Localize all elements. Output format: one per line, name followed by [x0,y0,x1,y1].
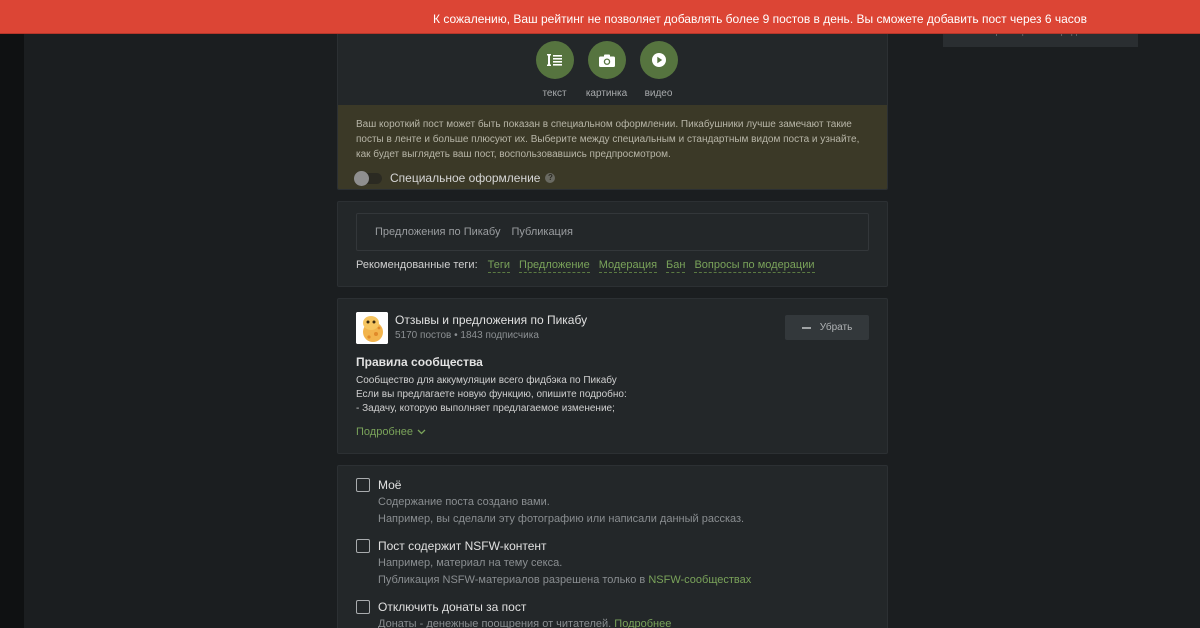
rules-line: Если вы предлагаете новую функцию, опиши… [356,389,627,400]
recommended-tag[interactable]: Предложение [519,259,590,273]
post-type-image-label: картинка [585,88,628,99]
donations-title: Отключить донаты за пост [378,600,527,614]
nsfw-communities-link[interactable]: NSFW-сообществах [648,574,751,586]
nsfw-checkbox[interactable] [356,539,370,553]
community-stats: 5170 постов • 1843 подписчика [395,330,539,341]
community-posts-count: 5170 постов [395,330,452,341]
mine-example: Например, вы сделали эту фотографию или … [378,513,745,525]
post-type-video-label: видео [644,88,673,99]
mine-title: Моё [378,478,402,492]
special-design-panel: Ваш короткий пост может быть показан в с… [338,105,887,189]
community-card: Отзывы и предложения по Пикабу 5170 пост… [337,298,888,454]
left-page-strip [0,0,24,628]
community-subscribers-count: 1843 подписчика [460,330,539,341]
nsfw-rule-text: Публикация NSFW-материалов разрешена тол… [378,574,649,586]
special-design-toggle-row: Специальное оформление ? [354,170,871,186]
remove-community-button[interactable]: Убрать [785,315,869,340]
camera-icon [587,41,626,79]
donations-description: Донаты - денежные поощрения от читателей… [378,618,671,628]
mine-description: Содержание поста создано вами. [378,496,550,508]
recommended-tag[interactable]: Модерация [598,259,658,273]
special-design-description: Ваш короткий пост может быть показан в с… [356,119,860,160]
post-type-text-button[interactable]: текст [535,41,574,99]
text-list-icon [535,41,574,79]
rating-limit-banner: К сожалению, Ваш рейтинг не позволяет до… [0,0,1200,34]
donations-description-text: Донаты - денежные поощрения от читателей… [378,618,615,628]
community-rules-title: Правила сообщества [356,355,483,369]
tags-card: Предложения по Пикабу Публикация Рекомен… [337,201,888,287]
play-icon [639,41,678,79]
post-type-card: текст картинка видео Ваш короткий пост м… [337,24,888,190]
community-rules-text: Сообщество для аккумуляции всего фидбэка… [356,374,627,416]
minus-icon [801,326,811,329]
tag-chip[interactable]: Предложения по Пикабу [375,226,500,238]
mine-checkbox[interactable] [356,478,370,492]
nsfw-rule: Публикация NSFW-материалов разрешена тол… [378,574,751,586]
tags-input[interactable]: Предложения по Пикабу Публикация [356,213,869,251]
stats-separator: • [454,330,458,341]
remove-button-label: Убрать [819,322,853,333]
post-type-video-button[interactable]: видео [639,41,678,99]
toggle-knob [354,170,369,186]
post-type-image-button[interactable]: картинка [585,41,628,99]
special-design-toggle[interactable] [354,170,382,186]
post-options-card: Моё Содержание поста создано вами. Напри… [337,465,888,628]
nsfw-title: Пост содержит NSFW-контент [378,539,547,553]
special-design-label: Специальное оформление [390,171,541,185]
recommended-tags: Рекомендованные теги: Теги Предложение М… [356,259,824,273]
rules-line: - Задачу, которую выполняет предлагаемое… [356,403,615,414]
rating-limit-message: К сожалению, Ваш рейтинг не позволяет до… [433,12,1087,26]
donations-checkbox[interactable] [356,600,370,614]
recommended-tag[interactable]: Вопросы по модерации [694,259,815,273]
recommended-tag[interactable]: Теги [487,259,511,273]
post-type-text-label: текст [542,88,567,99]
question-icon[interactable]: ? [545,173,556,183]
rules-line: Сообщество для аккумуляции всего фидбэка… [356,375,617,386]
chevron-down-icon [417,429,426,435]
donations-more-link[interactable]: Подробнее [614,618,671,628]
recommended-tags-label: Рекомендованные теги: [356,259,478,271]
rules-more-label: Подробнее [356,426,414,438]
post-type-buttons: текст картинка видео [535,41,678,99]
community-avatar[interactable] [356,312,388,344]
recommended-tag[interactable]: Бан [666,259,686,273]
nsfw-description: Например, материал на тему секса. [378,557,563,569]
community-name[interactable]: Отзывы и предложения по Пикабу [395,313,587,327]
rules-more-link[interactable]: Подробнее [356,426,426,438]
tag-chip[interactable]: Публикация [511,226,572,238]
